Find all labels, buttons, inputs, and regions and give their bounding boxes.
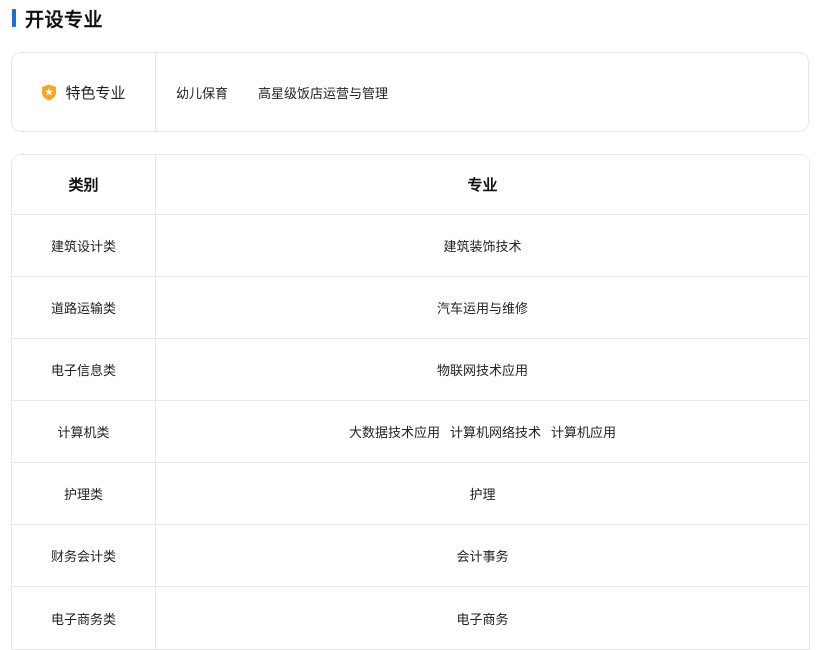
majors-cell: 物联网技术应用 (156, 339, 809, 400)
majors-cell: 大数据技术应用 计算机网络技术 计算机应用 (156, 401, 809, 462)
major-item[interactable]: 计算机网络技术 (450, 422, 541, 441)
title-accent-bar (12, 9, 16, 27)
header-majors: 专业 (467, 176, 498, 194)
major-item[interactable]: 会计事务 (456, 546, 508, 565)
table-row: 电子信息类 物联网技术应用 (12, 339, 809, 401)
major-item[interactable]: 汽车运用与维修 (437, 298, 528, 317)
category-cell: 道路运输类 (12, 277, 156, 338)
featured-label: 特色专业 (12, 53, 156, 131)
featured-major-item[interactable]: 高星级饭店运营与管理 (258, 83, 388, 102)
category-cell: 电子商务类 (12, 587, 156, 649)
category-cell: 建筑设计类 (12, 215, 156, 276)
table-header-row: 类别 专业 (12, 155, 809, 215)
featured-label-text: 特色专业 (65, 83, 126, 102)
header-category: 类别 (12, 155, 156, 214)
page-title: 开设专业 (25, 8, 104, 31)
featured-items: 幼儿保育 高星级饭店运营与管理 (156, 53, 418, 131)
featured-majors-box: 特色专业 幼儿保育 高星级饭店运营与管理 (11, 52, 809, 132)
section-title: 开设专业 (12, 6, 104, 31)
major-item[interactable]: 护理 (469, 484, 495, 503)
category-cell: 财务会计类 (12, 525, 156, 586)
table-row: 财务会计类 会计事务 (12, 525, 809, 587)
major-item[interactable]: 物联网技术应用 (437, 360, 528, 379)
majors-cell: 护理 (156, 463, 809, 524)
majors-cell: 会计事务 (156, 525, 809, 586)
category-cell: 计算机类 (12, 401, 156, 462)
featured-major-item[interactable]: 幼儿保育 (176, 83, 228, 102)
table-row: 计算机类 大数据技术应用 计算机网络技术 计算机应用 (12, 401, 809, 463)
table-row: 电子商务类 电子商务 (12, 587, 809, 649)
category-cell: 护理类 (12, 463, 156, 524)
majors-cell: 建筑装饰技术 (156, 215, 809, 276)
major-item[interactable]: 计算机应用 (551, 422, 616, 441)
majors-cell: 汽车运用与维修 (156, 277, 809, 338)
table-row: 建筑设计类 建筑装饰技术 (12, 215, 809, 277)
table-row: 道路运输类 汽车运用与维修 (12, 277, 809, 339)
table-row: 护理类 护理 (12, 463, 809, 525)
category-cell: 电子信息类 (12, 339, 156, 400)
star-badge-icon (41, 84, 57, 101)
majors-cell: 电子商务 (156, 587, 809, 649)
majors-table: 类别 专业 建筑设计类 建筑装饰技术道路运输类 汽车运用与维修电子信息类 物联网技术应… (11, 154, 810, 650)
major-item[interactable]: 电子商务 (456, 609, 508, 628)
major-item[interactable]: 建筑装饰技术 (443, 236, 521, 255)
major-item[interactable]: 大数据技术应用 (349, 422, 440, 441)
